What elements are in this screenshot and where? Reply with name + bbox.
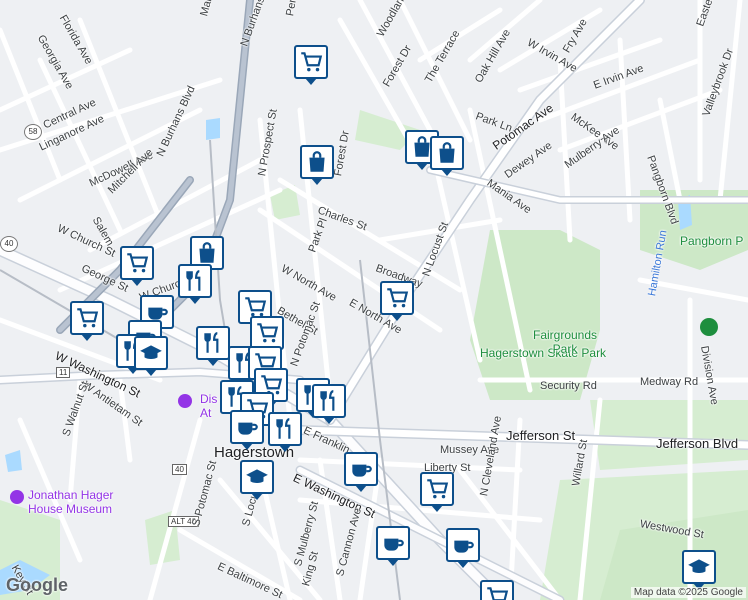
school-icon[interactable] <box>134 336 168 376</box>
restaurant-icon[interactable] <box>268 412 302 452</box>
museum-icon[interactable] <box>10 490 24 504</box>
street-label: Jefferson St <box>506 428 576 443</box>
shopping-bag-icon[interactable] <box>430 136 464 176</box>
street-label: Medway Rd <box>640 376 699 388</box>
park-label-pangborn[interactable]: Pangborn P <box>680 234 743 248</box>
restaurant-icon[interactable] <box>312 384 346 424</box>
restaurant-icon[interactable] <box>196 326 230 366</box>
shopping-bag-icon[interactable] <box>300 145 334 185</box>
school-icon[interactable] <box>682 550 716 590</box>
shopping-cart-icon[interactable] <box>380 281 414 321</box>
restaurant-icon[interactable] <box>178 264 212 304</box>
coffee-icon[interactable] <box>376 526 410 566</box>
poi-label-museum[interactable]: Jonathan Hager House Museum <box>28 488 138 516</box>
park-icon[interactable] <box>700 318 718 336</box>
google-logo[interactable]: Google <box>6 575 68 596</box>
map-attribution[interactable]: Map data ©2025 Google <box>630 587 746 598</box>
park-label-fairgrounds[interactable]: Fairgrounds Park <box>530 328 600 356</box>
museum-icon[interactable] <box>178 394 192 408</box>
coffee-icon[interactable] <box>446 528 480 568</box>
route-shield-40: 40 <box>0 236 18 252</box>
shopping-cart-icon[interactable] <box>480 580 514 600</box>
shopping-cart-icon[interactable] <box>420 472 454 512</box>
map-canvas[interactable]: 58 40 11 40 ALT 40 Florida Ave Georgia A… <box>0 0 748 600</box>
coffee-icon[interactable] <box>230 410 264 450</box>
route-shield-40-alt: 40 <box>172 464 187 475</box>
coffee-icon[interactable] <box>344 452 378 492</box>
street-label: Security Rd <box>540 380 597 392</box>
shopping-cart-icon[interactable] <box>250 316 284 356</box>
street-label: Jefferson Blvd <box>656 436 739 451</box>
route-shield-58: 58 <box>24 124 42 140</box>
shopping-cart-icon[interactable] <box>294 45 328 85</box>
shopping-cart-icon[interactable] <box>70 301 104 341</box>
school-icon[interactable] <box>240 460 274 500</box>
shopping-cart-icon[interactable] <box>120 246 154 286</box>
